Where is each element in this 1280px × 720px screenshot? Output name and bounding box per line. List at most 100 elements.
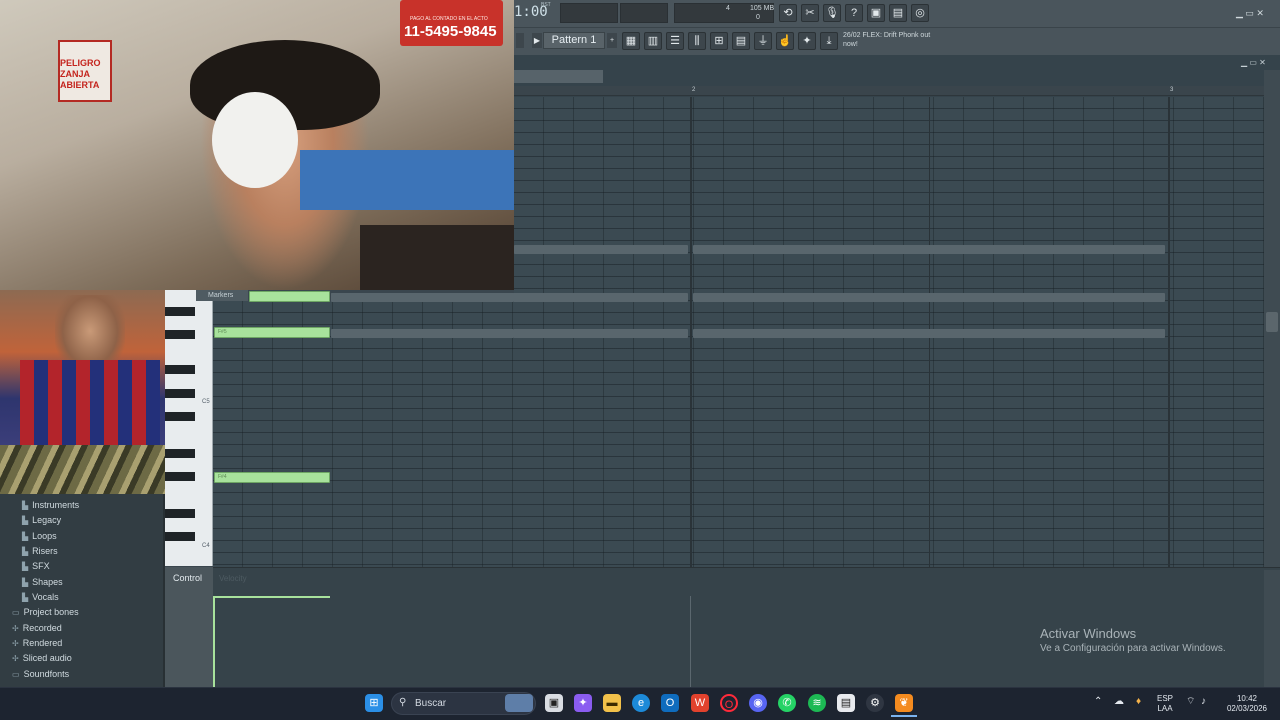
browser-item-project-bones[interactable]: ▭ Project bones [12, 607, 79, 617]
browser-item-risers[interactable]: ▙ Risers [22, 546, 58, 556]
mixer-icon[interactable]: ▤ [889, 4, 907, 22]
black-key[interactable] [165, 307, 195, 316]
jersey-shape [20, 360, 160, 445]
clock-date: 02/03/2026 [1226, 704, 1268, 713]
view-playlist-icon[interactable]: ▦ [622, 32, 640, 50]
office-icon[interactable]: W [691, 694, 709, 712]
settings-gear-icon[interactable]: ⚙ [866, 694, 884, 712]
notepad-icon[interactable]: ▤ [837, 694, 855, 712]
browser-item-instruments[interactable]: ▙ Instruments [22, 500, 79, 510]
blanket-shape [300, 150, 514, 210]
folder-icon: ▙ [22, 547, 29, 556]
scope-slot[interactable] [620, 3, 668, 23]
note-block[interactable] [249, 291, 330, 302]
chevron-up-icon[interactable]: ⌃ [1094, 697, 1102, 707]
clipboard-icon[interactable]: ▤ [732, 32, 750, 50]
activation-watermark-subtitle: Ve a Configuración para activar Windows. [1040, 643, 1226, 654]
plugin-icon[interactable]: ⏚ [754, 32, 772, 50]
wifi-icon[interactable]: ⌔ [1186, 697, 1195, 707]
note-block[interactable]: F#5 [214, 327, 330, 338]
control-label[interactable]: Control [173, 573, 202, 583]
view-piano-roll-icon[interactable]: ▥ [644, 32, 662, 50]
discord-icon[interactable]: ◉ [749, 694, 767, 712]
bar-line-2 [690, 97, 692, 567]
undo-icon[interactable]: ⟲ [779, 4, 797, 22]
folder-icon: ▙ [22, 516, 29, 525]
chat-icon[interactable]: ◎ [911, 4, 929, 22]
horizontal-scrollbar-thumb[interactable] [514, 70, 603, 83]
view-browser-icon[interactable]: ⊞ [710, 32, 728, 50]
opera-icon[interactable]: O [720, 694, 738, 712]
browser-item-sliced-audio[interactable]: ✢ Sliced audio [12, 653, 72, 663]
browser-item-shapes[interactable]: ▙ Shapes [22, 577, 63, 587]
black-key[interactable] [165, 532, 195, 541]
black-key[interactable] [165, 449, 195, 458]
help-icon[interactable]: ? [845, 4, 863, 22]
ruler-mark-2: 2 [692, 87, 696, 93]
volume-icon[interactable]: ♪ [1201, 697, 1206, 707]
whatsapp-icon[interactable]: ✆ [778, 694, 796, 712]
edge-icon[interactable]: e [632, 694, 650, 712]
fl-studio-icon[interactable]: ❦ [895, 694, 913, 712]
pattern-play-icon[interactable]: ▶ [532, 33, 542, 48]
active-app-indicator [891, 715, 917, 717]
browser-item-loops[interactable]: ▙ Loops [22, 531, 57, 541]
ghost-note [693, 329, 1165, 338]
view-mixer-icon[interactable]: ⫼ [688, 32, 706, 50]
language-indicator[interactable]: ESP LAA [1157, 694, 1173, 714]
clock[interactable]: 10:42 02/03/2026 [1222, 694, 1272, 714]
browser-item-sfx[interactable]: ▙ SFX [22, 561, 50, 571]
copilot-icon[interactable]: ✦ [574, 694, 592, 712]
touch-icon[interactable]: ☝ [776, 32, 794, 50]
desk-shape [360, 225, 514, 290]
piano-roll-window-controls[interactable]: ▁ ▭ ✕ [1241, 58, 1266, 67]
news-hint[interactable]: 26/02 FLEX: Drift Phonk out now! [843, 31, 943, 49]
control-target[interactable]: Velocity [219, 574, 247, 583]
download-icon[interactable]: ⤓ [820, 32, 838, 50]
markers-lane-label[interactable]: Markers [196, 290, 248, 301]
search-highlight-icon [505, 694, 533, 712]
browser-item-vocals[interactable]: ▙ Vocals [22, 592, 59, 602]
voices-value: 0 [756, 14, 760, 21]
note-grid-left-extension[interactable] [213, 301, 514, 567]
black-key[interactable] [165, 389, 195, 398]
file-explorer-icon[interactable]: ▬ [603, 694, 621, 712]
vertical-scrollbar-thumb[interactable] [1266, 312, 1278, 332]
velocity-bar[interactable] [214, 596, 330, 598]
folder-icon: ▭ [12, 670, 20, 679]
start-windows-icon[interactable]: ⊞ [365, 694, 383, 712]
control-scrollbar[interactable] [1264, 570, 1280, 687]
black-key[interactable] [165, 330, 195, 339]
browser-item-soundfonts[interactable]: ▭ Soundfonts [12, 669, 69, 679]
ruler-mark-3: 3 [1170, 87, 1174, 93]
microphone-icon[interactable]: 🎙 [823, 4, 841, 22]
tempo-slot[interactable] [560, 3, 618, 23]
window-controls[interactable]: ▁ ▭ ✕ [1236, 8, 1264, 19]
spotify-icon[interactable]: ≋ [808, 694, 826, 712]
outlook-icon[interactable]: O [661, 694, 679, 712]
black-key[interactable] [165, 472, 195, 481]
plus-icon: ✢ [12, 654, 19, 663]
black-key[interactable] [165, 509, 195, 518]
timeline-ruler[interactable] [514, 86, 1264, 96]
cut-tool-icon[interactable]: ✂ [801, 4, 819, 22]
black-key[interactable] [165, 412, 195, 421]
folder-icon: ▙ [22, 501, 29, 510]
task-view-icon[interactable]: ▣ [545, 694, 563, 712]
view-channel-rack-icon[interactable]: ☰ [666, 32, 684, 50]
browser-item-rendered[interactable]: ✢ Rendered [12, 638, 62, 648]
velocity-stem [213, 596, 215, 687]
save-icon[interactable]: ▣ [867, 4, 885, 22]
pattern-selector[interactable]: Pattern 1 [543, 32, 605, 49]
pattern-plus-icon[interactable]: + [607, 33, 617, 48]
vault-icon[interactable]: ✦ [798, 32, 816, 50]
clock-time: 10:42 [1236, 694, 1258, 703]
headphones-icon [212, 92, 298, 188]
onedrive-icon[interactable]: ☁ [1114, 697, 1124, 707]
browser-item-legacy[interactable]: ▙ Legacy [22, 515, 61, 525]
microphone-tray-icon[interactable]: ♦ [1136, 697, 1141, 707]
note-block[interactable]: F#4 [214, 472, 330, 483]
browser-item-recorded[interactable]: ✢ Recorded [12, 623, 62, 633]
pattern-left-arrow[interactable] [516, 33, 524, 48]
black-key[interactable] [165, 365, 195, 374]
